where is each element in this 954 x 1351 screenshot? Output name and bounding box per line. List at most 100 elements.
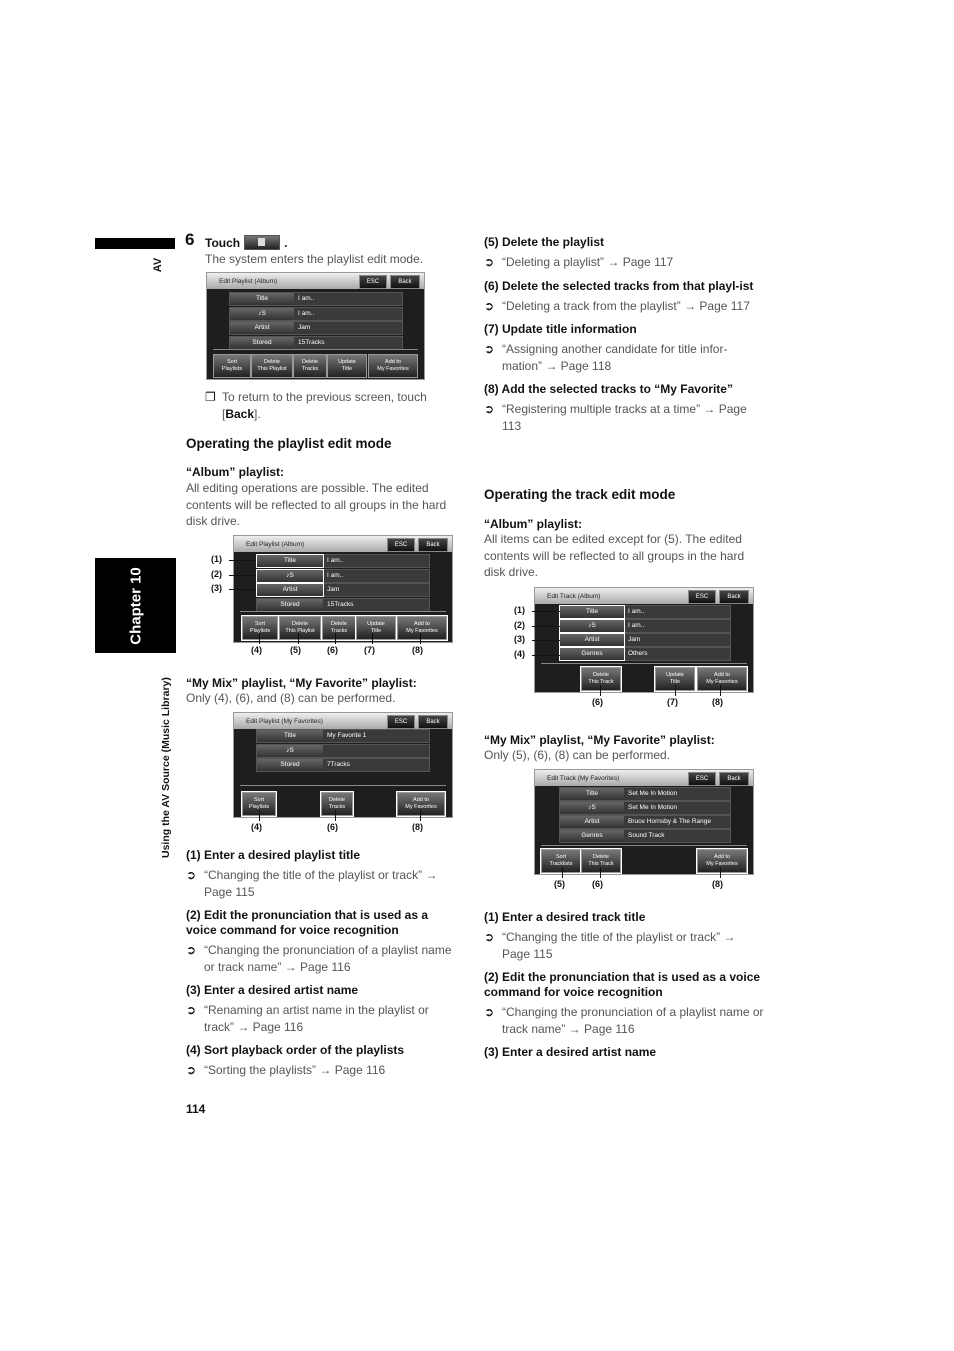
item-reference[interactable]: ➲ “Changing the title of the playlist or …	[186, 867, 456, 900]
field-key-button[interactable]: Artist	[559, 633, 625, 647]
field-key-button[interactable]: Title	[256, 554, 324, 568]
reference-text[interactable]: “Changing the title of the playlist or t…	[502, 929, 764, 962]
field-key-button[interactable]: Stored	[257, 598, 323, 611]
item-reference[interactable]: ➲ “Changing the title of the playlist or …	[484, 929, 764, 962]
reference-text[interactable]: “Changing the pronunciation of a playlis…	[204, 942, 456, 975]
reference-text[interactable]: “Changing the pronunciation of a playlis…	[502, 1004, 764, 1037]
action-button[interactable]: Sort Playlists	[241, 615, 279, 641]
action-button[interactable]: Add to My Favorites	[696, 666, 748, 692]
item-heading: (1) Enter a desired track title	[484, 910, 646, 924]
callout-label: (8)	[412, 645, 423, 655]
item-reference[interactable]: ➲ “Sorting the playlists” → Page 116	[186, 1062, 456, 1079]
list-item: (7) Update title information ➲ “Assigning …	[484, 322, 764, 374]
item-reference[interactable]: ➲ “Registering multiple tracks at a time”…	[484, 401, 764, 434]
item-reference[interactable]: ➲ “Deleting a track from the playlist” → …	[484, 298, 764, 315]
field-row: ♪S Set Me In Motion	[559, 801, 731, 815]
track-album-heading: “Album” playlist:	[484, 517, 583, 531]
callout-line	[532, 625, 560, 627]
back-button[interactable]: Back	[719, 590, 749, 604]
field-row: Genres Sound Track	[559, 829, 731, 843]
list-item: (6) Delete the selected tracks from that…	[484, 279, 764, 315]
list-item: (4) Sort playback order of the playlists…	[186, 1043, 456, 1079]
reference-arrow-icon: ➲	[186, 943, 197, 957]
callout-line	[229, 574, 256, 576]
back-button[interactable]: Back	[418, 715, 448, 729]
field-row: Genres Others	[559, 647, 731, 661]
action-button[interactable]: Add to My Favorites	[396, 791, 446, 817]
item-reference[interactable]: ➲ “Changing the pronunciation of a playli…	[484, 1004, 764, 1037]
field-key-button[interactable]: Artist	[256, 583, 324, 597]
field-row: ♪S I am..	[229, 306, 403, 321]
field-value: I am..	[327, 571, 344, 579]
item-reference[interactable]: ➲ “Renaming an artist name in the playlis…	[186, 1002, 456, 1035]
esc-button[interactable]: ESC	[688, 590, 716, 604]
field-key-button[interactable]: Artist	[560, 816, 624, 828]
action-button[interactable]: Delete This Track	[580, 848, 622, 874]
field-key-button[interactable]: Title	[257, 730, 323, 742]
screen-title-bar: Edit Playlist (Album) ESC Back	[207, 273, 424, 289]
reference-text[interactable]: “Sorting the playlists” → Page 116	[204, 1062, 385, 1079]
item-reference[interactable]: ➲ “Deleting a playlist” → Page 117	[484, 254, 764, 271]
item-reference[interactable]: ➲ “Changing the pronunciation of a playli…	[186, 942, 456, 975]
action-button[interactable]: Delete This Playlist	[278, 615, 322, 641]
callout-label: (4)	[514, 648, 525, 659]
field-key-button[interactable]: Genres	[559, 647, 625, 661]
esc-button[interactable]: ESC	[387, 715, 415, 729]
field-value: I am..	[298, 309, 315, 317]
reference-text[interactable]: “Registering multiple tracks at a time” …	[502, 401, 764, 434]
action-button[interactable]: Update Title	[327, 354, 367, 378]
action-button[interactable]: Delete Tracks	[321, 615, 357, 641]
field-key-button[interactable]: ♪S	[230, 307, 294, 320]
field-value: I am..	[327, 557, 344, 564]
action-button[interactable]: Update Title	[355, 615, 397, 641]
field-key-button[interactable]: Title	[560, 788, 624, 800]
field-key-button[interactable]: Title	[559, 605, 625, 619]
callout-line	[532, 611, 560, 612]
field-key-button[interactable]: Genres	[560, 830, 624, 842]
action-button[interactable]: Delete This Playlist	[251, 354, 293, 378]
field-key-button[interactable]: Stored	[230, 336, 294, 349]
item-heading: (3) Enter a desired artist name	[484, 1045, 657, 1059]
field-key-button[interactable]: ♪S	[256, 568, 324, 583]
callout-line	[532, 640, 560, 641]
action-button[interactable]: Add to My Favorites	[696, 848, 748, 874]
reference-text[interactable]: “Renaming an artist name in the playlist…	[204, 1002, 456, 1035]
esc-button[interactable]: ESC	[387, 538, 415, 552]
field-key-button[interactable]: Artist	[230, 322, 294, 334]
step-number: 6	[185, 230, 195, 249]
callout-label: (5)	[554, 879, 565, 889]
field-key-button[interactable]: Stored	[257, 759, 323, 771]
back-button[interactable]: Back	[418, 538, 448, 552]
callout-label: (6)	[592, 697, 603, 707]
action-button[interactable]: Delete This Track	[580, 666, 622, 692]
action-button[interactable]: Sort Playlists	[213, 354, 251, 378]
back-button[interactable]: Back	[390, 275, 420, 289]
esc-button[interactable]: ESC	[359, 275, 387, 289]
playlist-items-left: (1) Enter a desired playlist title ➲ “Chan…	[186, 848, 456, 1087]
field-row: Title I am..	[229, 292, 403, 306]
action-button[interactable]: Delete Tracks	[320, 791, 354, 817]
reference-text[interactable]: “Deleting a track from the playlist” → P…	[502, 298, 750, 315]
callout-line	[335, 633, 336, 644]
reference-arrow-icon: ➲	[484, 298, 495, 313]
note-bullet-icon: ❐	[205, 390, 216, 404]
field-key-button[interactable]: Title	[230, 293, 294, 305]
action-button[interactable]: Add to My Favorites	[396, 615, 448, 641]
reference-text[interactable]: “Changing the title of the playlist or t…	[204, 867, 456, 900]
list-item: (3) Enter a desired artist name	[484, 1045, 764, 1060]
esc-button[interactable]: ESC	[688, 772, 716, 786]
action-button[interactable]: Delete Tracks	[293, 354, 327, 378]
field-key-button[interactable]: ♪S	[257, 744, 323, 757]
item-reference[interactable]: ➲ “Assigning another candidate for title …	[484, 341, 764, 374]
action-button[interactable]: Sort Tracklists	[540, 848, 582, 874]
field-key-button[interactable]: ♪S	[559, 619, 625, 633]
callout-label: (1)	[211, 554, 222, 564]
callout-line	[229, 589, 256, 590]
field-key-button[interactable]: ♪S	[560, 802, 624, 814]
screenshot-edit-playlist-album: Edit Playlist (Album) ESC Back Title I am.. ♪…	[206, 272, 425, 380]
reference-text[interactable]: “Deleting a playlist” → Page 117	[502, 254, 673, 271]
reference-text[interactable]: “Assigning another candidate for title i…	[502, 341, 764, 374]
action-button[interactable]: Add to My Favorites	[368, 354, 418, 378]
field-value: I am..	[298, 295, 315, 302]
back-button[interactable]: Back	[719, 772, 749, 786]
